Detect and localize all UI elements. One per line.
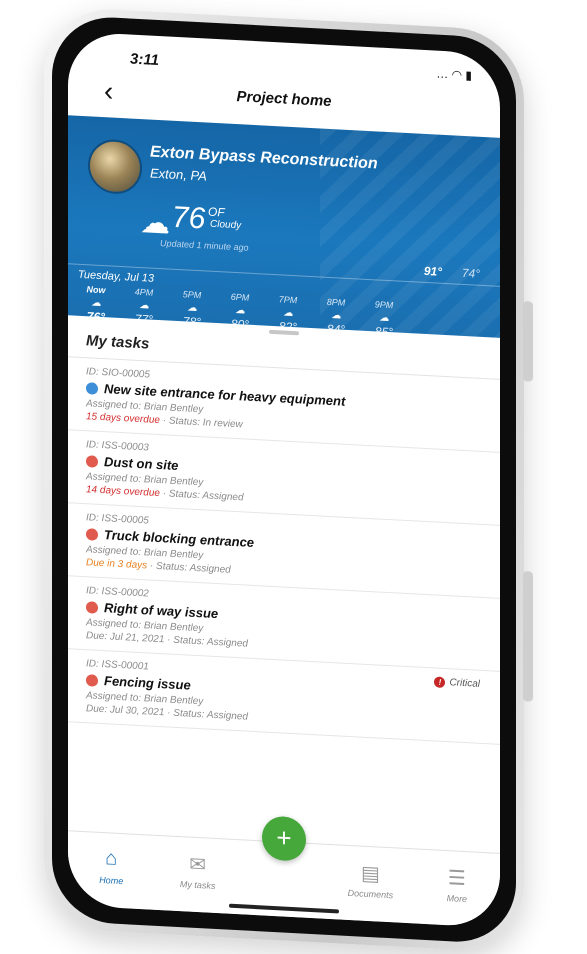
tab-home[interactable]: ⌂ Home	[68, 831, 154, 910]
bottom-nav: ⌂ Home ✉ My tasks + ▤ Documents ☰ More	[68, 815, 500, 928]
status-icons: … ◠ ▮	[436, 66, 472, 83]
tab-my-tasks[interactable]: ✉ My tasks	[154, 836, 240, 915]
task-due: Due: Jul 30, 2021	[86, 703, 165, 719]
task-due: Due in 3 days	[86, 557, 148, 572]
weather-condition: Cloudy	[210, 218, 242, 232]
task-due: 14 days overdue	[86, 484, 160, 500]
tab-documents-label: Documents	[347, 887, 394, 901]
critical-label: Critical	[449, 677, 480, 690]
task-status: · Status: Assigned	[164, 634, 248, 650]
task-status: · Status: Assigned	[164, 707, 248, 723]
site-observation-icon	[86, 381, 98, 395]
temperature-unit: OF	[208, 204, 225, 220]
issue-icon	[86, 527, 98, 541]
high-temperature: 91°	[423, 263, 442, 279]
task-title: Dust on site	[104, 454, 179, 474]
critical-badge: ! Critical	[434, 676, 480, 690]
add-button[interactable]: +	[262, 815, 307, 862]
tab-documents[interactable]: ▤ Documents	[327, 845, 413, 924]
tab-more-label: More	[446, 893, 468, 905]
task-status: · Status: In review	[159, 415, 243, 431]
current-temperature: 76	[172, 200, 206, 236]
issue-icon	[86, 600, 98, 614]
task-due: Due: Jul 21, 2021	[86, 630, 165, 646]
cloud-icon: ☁	[140, 206, 170, 241]
project-banner: Exton Bypass Reconstruction Exton, PA ☁ …	[68, 115, 500, 338]
menu-icon: ☰	[447, 867, 466, 891]
project-location: Exton, PA	[150, 165, 207, 184]
inbox-icon: ✉	[189, 853, 206, 877]
issue-icon	[86, 454, 98, 468]
volume-button	[523, 571, 533, 702]
issue-icon	[86, 673, 98, 687]
app-screen: 3:11 … ◠ ▮ ‹ Project home Exton Bypass R…	[68, 31, 500, 928]
alert-icon: !	[434, 676, 446, 689]
status-time: 3:11	[130, 50, 159, 70]
side-button	[523, 301, 533, 382]
task-list: ID: SIO-00005 New site entrance for heav…	[68, 357, 500, 745]
task-status: · Status: Assigned	[147, 560, 231, 576]
task-status: · Status: Assigned	[159, 488, 244, 504]
task-due: 15 days overdue	[86, 411, 160, 427]
tab-more[interactable]: ☰ More	[414, 849, 500, 928]
document-icon: ▤	[360, 862, 380, 886]
project-avatar	[88, 138, 142, 196]
task-title: Right of way issue	[104, 600, 219, 622]
low-temperature: 74°	[461, 265, 480, 281]
tab-my-tasks-label: My tasks	[179, 879, 216, 891]
tab-home-label: Home	[99, 874, 124, 887]
task-title: Fencing issue	[104, 673, 191, 693]
phone-bezel: 3:11 … ◠ ▮ ‹ Project home Exton Bypass R…	[52, 14, 516, 945]
weather-updated: Updated 1 minute ago	[160, 238, 249, 253]
phone-frame: 3:11 … ◠ ▮ ‹ Project home Exton Bypass R…	[44, 6, 533, 954]
home-icon: ⌂	[105, 847, 118, 870]
